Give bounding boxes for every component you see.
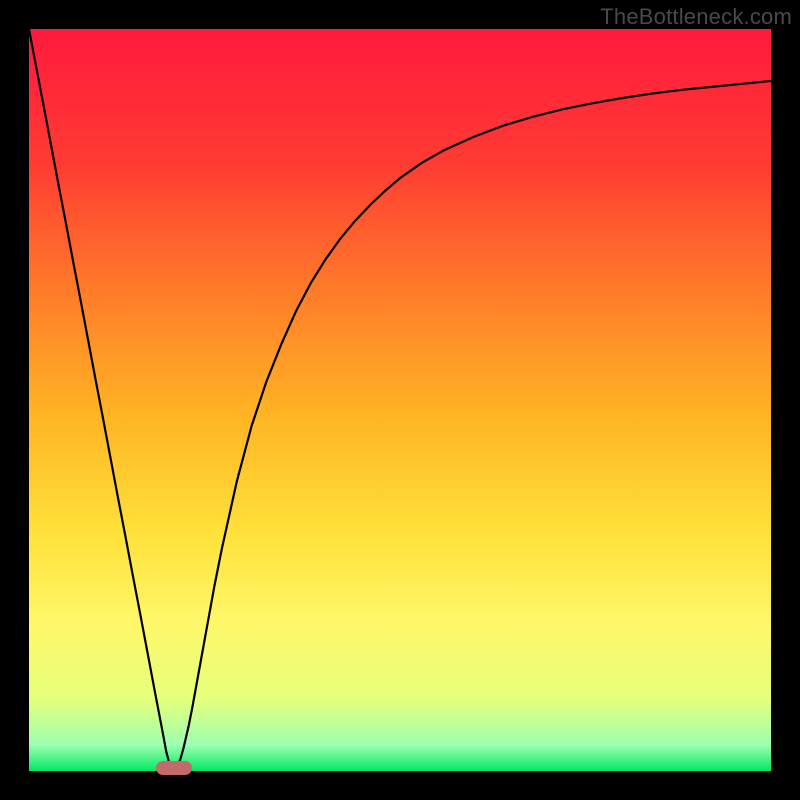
chart-frame: [29, 29, 771, 771]
watermark-label: TheBottleneck.com: [600, 4, 792, 30]
chart-svg: [29, 29, 771, 771]
gradient-background: [29, 29, 771, 771]
optimum-marker: [156, 761, 192, 775]
